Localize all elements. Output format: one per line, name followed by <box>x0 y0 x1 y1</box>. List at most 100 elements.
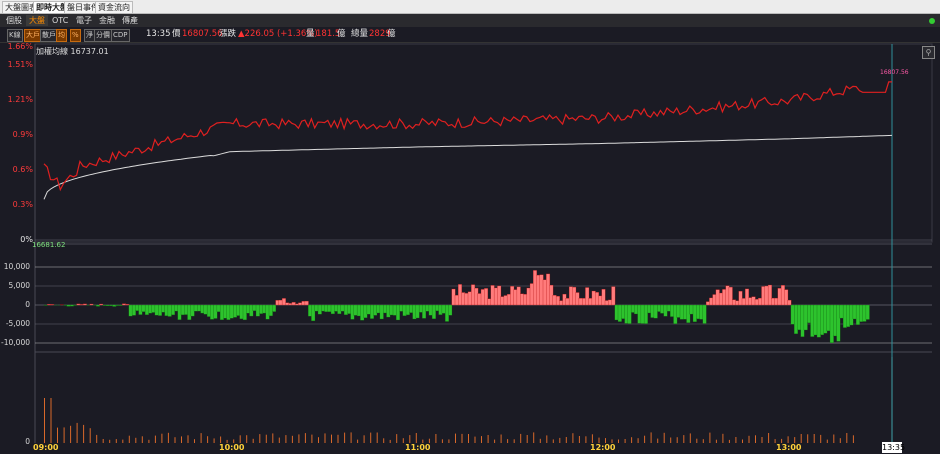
flow-bar <box>718 292 723 306</box>
flow-bar <box>533 270 537 306</box>
volume-bar <box>546 435 548 443</box>
flow-bar <box>314 304 319 312</box>
y-tick-label: 0.9% <box>12 130 33 139</box>
volume-bar <box>683 435 685 443</box>
flow-bar <box>177 304 182 320</box>
index-price-line <box>43 81 892 192</box>
flow-bar <box>236 304 241 316</box>
flow-bar <box>76 303 81 306</box>
volume-bar <box>702 439 704 443</box>
volume-y-tick: 0 <box>25 437 30 446</box>
flow-bar <box>474 287 479 306</box>
volume-bar <box>618 439 619 443</box>
volume-bar <box>259 434 261 443</box>
flow-bar <box>304 300 309 306</box>
flow-bar <box>213 304 218 319</box>
current-time-box: 13:35 <box>882 442 906 453</box>
volume-bar <box>826 439 828 443</box>
flow-bar <box>705 301 710 306</box>
flow-bar <box>112 304 117 307</box>
volume-bar <box>787 436 789 443</box>
volume-bar <box>839 438 841 443</box>
volume-bar <box>50 398 52 443</box>
volume-bar <box>415 433 417 443</box>
flow-top-label: 16681.62 <box>32 241 66 249</box>
volume-bar <box>396 434 398 443</box>
flow-bar <box>363 304 368 318</box>
flow-bar <box>865 304 870 320</box>
link-icon[interactable]: ⚲ <box>922 46 935 59</box>
flow-bar <box>356 304 361 317</box>
flow-bar <box>611 286 616 306</box>
flow-bar <box>754 299 759 306</box>
flow-bar <box>653 304 658 319</box>
volume-bar <box>487 435 489 443</box>
flow-bar <box>696 304 701 320</box>
volume-bar <box>676 437 678 443</box>
flow-bar <box>262 304 267 314</box>
volume-bar <box>670 437 672 443</box>
volume-bar <box>520 433 522 443</box>
flow-bar <box>702 304 707 324</box>
flow-bar <box>415 304 420 319</box>
flow-bar <box>745 288 749 306</box>
volume-bar <box>63 427 65 443</box>
volume-bar <box>115 439 117 443</box>
flow-bar <box>281 298 286 306</box>
flow-bar <box>141 304 146 312</box>
flow-bar <box>66 304 71 307</box>
flow-bar <box>409 304 414 313</box>
volume-bar <box>852 435 854 443</box>
flow-bar <box>128 304 133 317</box>
y-tick-label: 1.66% <box>7 42 33 51</box>
volume-bar <box>161 433 163 443</box>
flow-bar <box>144 304 149 315</box>
flow-bar <box>135 304 140 311</box>
volume-bar <box>494 439 496 443</box>
x-tick-label: 09:00 <box>33 443 59 452</box>
flow-bar <box>229 304 234 319</box>
flow-bar <box>807 304 811 324</box>
volume-bar <box>891 357 893 443</box>
volume-bar <box>304 433 306 443</box>
flow-bar <box>568 286 573 306</box>
flow-y-tick: -5,000 <box>5 319 30 328</box>
volume-bar <box>500 434 502 443</box>
last-price-label: 16807.56 <box>880 69 909 76</box>
flow-bar <box>118 304 123 306</box>
flow-bar <box>634 304 639 315</box>
flow-bar <box>578 298 583 306</box>
flow-bar <box>311 304 316 322</box>
flow-bar <box>431 304 436 319</box>
volume-bar <box>291 435 293 443</box>
flow-bar <box>464 293 469 306</box>
volume-bar <box>109 439 111 443</box>
volume-bar <box>76 422 78 443</box>
volume-bar <box>265 434 267 443</box>
volume-bar <box>624 439 626 443</box>
volume-bar <box>644 435 646 443</box>
flow-bar <box>353 304 358 316</box>
volume-bar <box>591 434 593 443</box>
volume-bar <box>722 433 724 443</box>
volume-bar <box>513 439 515 443</box>
volume-bar <box>187 435 189 443</box>
flow-bar <box>849 304 854 326</box>
flow-bar <box>252 304 257 311</box>
volume-bar <box>135 437 137 443</box>
flow-bar <box>69 304 74 307</box>
flow-bar <box>203 304 208 315</box>
flow-bar <box>239 304 244 320</box>
volume-bar <box>696 438 698 443</box>
volume-bar <box>207 436 209 443</box>
volume-bar <box>559 437 561 443</box>
flow-bar <box>585 287 590 306</box>
flow-bar <box>663 304 668 317</box>
flow-bar <box>490 285 495 306</box>
flow-bar <box>862 304 867 322</box>
flow-y-tick: 0 <box>25 300 30 309</box>
flow-bar <box>383 304 387 314</box>
volume-bar <box>833 434 835 443</box>
volume-bar <box>448 439 450 443</box>
volume-bar <box>657 438 659 443</box>
